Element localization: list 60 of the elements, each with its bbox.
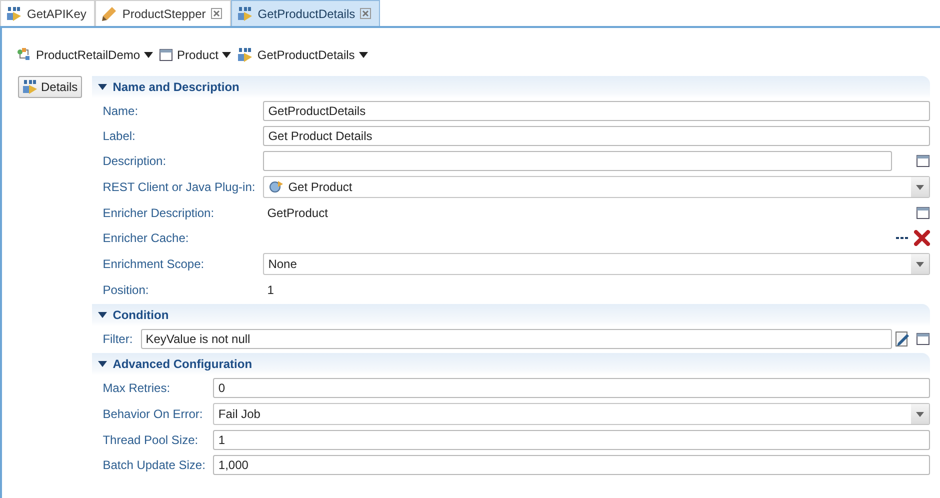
window-icon[interactable] [916, 332, 930, 346]
field-value: GetProduct [267, 205, 328, 222]
field-label: Enricher Description: [102, 205, 216, 222]
collapse-triangle-icon[interactable] [98, 361, 107, 367]
section-header[interactable]: Advanced Configuration [92, 353, 930, 375]
pencil-icon [101, 6, 118, 22]
collapse-triangle-icon[interactable] [98, 84, 107, 90]
field-label: Position: [102, 282, 150, 299]
dropdown-field[interactable]: None [263, 253, 930, 275]
field-label: REST Client or Java Plug-in: [102, 179, 256, 196]
plugin-icon [268, 179, 284, 195]
text-field[interactable]: GetProductDetails [263, 101, 930, 121]
text-field[interactable]: Get Product Details [263, 126, 930, 146]
caret-icon [916, 412, 924, 416]
editor-tab[interactable]: GetAPIKey [0, 0, 96, 26]
field-label: Thread Pool Size: [102, 432, 200, 449]
field-label: Max Retries: [102, 380, 172, 397]
caret-icon [916, 184, 924, 190]
field-value: 1 [267, 282, 274, 299]
window-icon [159, 48, 174, 62]
text-field[interactable]: 0 [213, 378, 930, 398]
text-field[interactable] [263, 151, 892, 171]
field-label: Enricher Cache: [102, 230, 190, 247]
field-label: Label: [102, 128, 136, 145]
field-label: Filter: [102, 331, 133, 348]
enricher-icon [6, 6, 22, 22]
text-field[interactable]: KeyValue is not null [140, 329, 892, 349]
edit-icon[interactable] [894, 331, 910, 347]
editor-tab[interactable]: ProductStepper [95, 0, 231, 26]
close-icon[interactable] [360, 8, 372, 19]
section-header[interactable]: Name and Description [92, 76, 930, 98]
field-label: Batch Update Size: [102, 457, 206, 474]
caret-icon [916, 262, 924, 266]
ellipsis-icon[interactable] [896, 236, 908, 240]
caret-icon [144, 52, 154, 58]
field-label: Enrichment Scope: [102, 256, 206, 273]
field-label: Behavior On Error: [102, 406, 204, 423]
breadcrumb-item[interactable]: GetProductDetails [237, 46, 368, 64]
caret-icon [222, 52, 232, 58]
remove-icon[interactable] [914, 230, 930, 246]
text-field[interactable]: 1,000 [213, 455, 930, 475]
enricher-icon [236, 6, 253, 22]
enricher-icon [22, 79, 38, 95]
collapse-triangle-icon[interactable] [98, 312, 107, 318]
field-label: Name: [102, 103, 140, 120]
breadcrumb-item[interactable]: Product [159, 46, 232, 64]
flow-diagram-icon [16, 47, 32, 63]
details-button[interactable]: Details [18, 76, 82, 98]
editor-tab[interactable]: GetProductDetails [230, 0, 380, 26]
section-header[interactable]: Condition [92, 304, 930, 326]
close-icon[interactable] [210, 8, 222, 19]
window-icon[interactable] [916, 154, 930, 168]
window-icon[interactable] [916, 206, 930, 220]
enricher-icon [237, 47, 254, 63]
breadcrumb-item[interactable]: ProductRetailDemo [16, 46, 154, 64]
dropdown-field[interactable]: Fail Job [213, 403, 930, 425]
field-label: Description: [102, 153, 168, 170]
dropdown-field[interactable]: Get Product [263, 176, 930, 198]
text-field[interactable]: 1 [213, 430, 930, 450]
caret-icon [358, 52, 368, 58]
